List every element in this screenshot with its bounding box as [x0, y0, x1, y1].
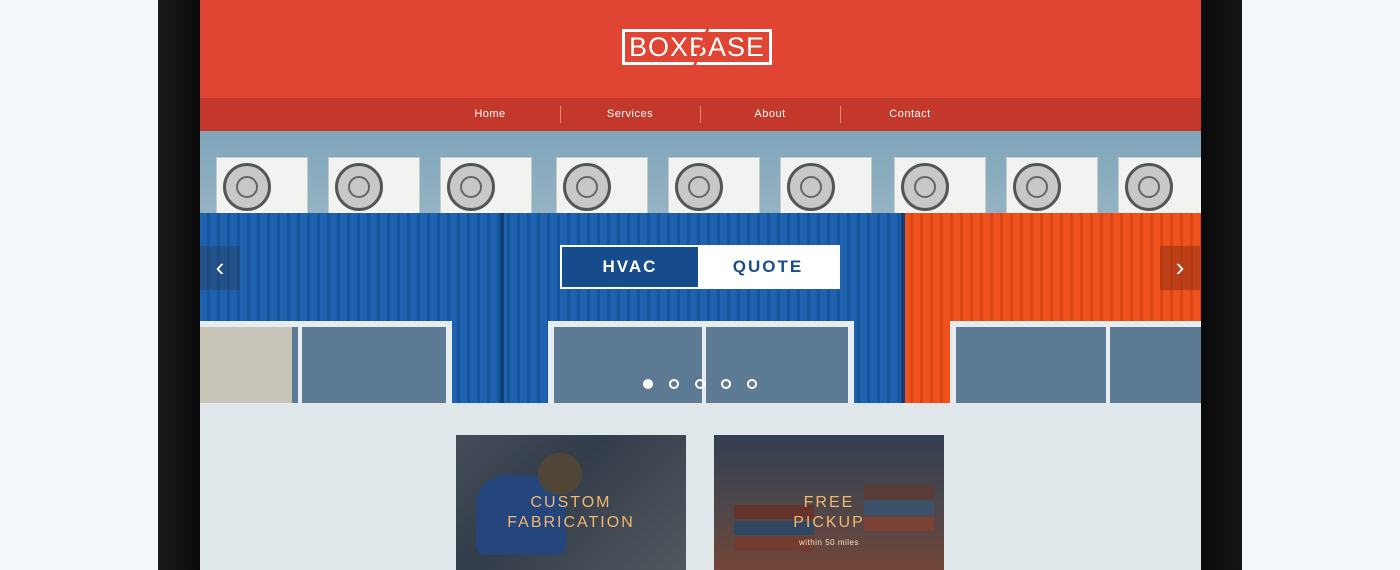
- slider-dot-5[interactable]: [747, 379, 757, 389]
- ac-unit-image: [780, 157, 872, 215]
- device-bezel-left: [158, 0, 200, 570]
- chevron-left-icon: ‹: [215, 252, 225, 282]
- card-title-line1: FREE: [803, 494, 855, 511]
- slider-dot-4[interactable]: [721, 379, 731, 389]
- card-title-line2: PICKUP: [793, 514, 865, 531]
- ac-unit-image: [328, 157, 420, 215]
- nav-item-contact[interactable]: Contact: [840, 98, 980, 131]
- slider-dot-3[interactable]: [695, 379, 705, 389]
- ac-unit-image: [1118, 157, 1201, 215]
- slider-dot-2[interactable]: [669, 379, 679, 389]
- quote-label: QUOTE: [698, 247, 838, 287]
- container-window: [200, 321, 452, 403]
- site-header: BOXBASE: [200, 0, 1201, 98]
- ac-unit-image: [894, 157, 986, 215]
- card-custom-fabrication[interactable]: CUSTOM FABRICATION: [456, 435, 686, 570]
- chevron-right-icon: ›: [1175, 252, 1185, 282]
- nav-item-about[interactable]: About: [700, 98, 840, 131]
- slider-next-button[interactable]: ›: [1160, 246, 1200, 290]
- ac-unit-image: [216, 157, 308, 215]
- main-nav: Home Services About Contact: [200, 98, 1201, 131]
- ac-unit-image: [440, 157, 532, 215]
- slider-dot-1[interactable]: [643, 379, 653, 389]
- device-bezel-right: [1200, 0, 1242, 570]
- card-title-line1: CUSTOM: [530, 494, 612, 511]
- container-seam: [901, 213, 905, 403]
- container-seam: [500, 213, 504, 403]
- site-logo[interactable]: BOXBASE: [622, 26, 772, 72]
- ac-unit-image: [1006, 157, 1098, 215]
- nav-item-services[interactable]: Services: [560, 98, 700, 131]
- slider-prev-button[interactable]: ‹: [200, 246, 240, 290]
- card-free-pickup[interactable]: FREE PICKUP within 50 miles: [714, 435, 944, 570]
- ac-unit-image: [556, 157, 648, 215]
- website-screen: BOXBASE Home Services About Contact HVAC…: [200, 0, 1201, 570]
- card-title: CUSTOM FABRICATION: [456, 493, 686, 533]
- ac-unit-image: [668, 157, 760, 215]
- card-title: FREE PICKUP: [714, 493, 944, 533]
- card-subtitle: within 50 miles: [799, 538, 859, 547]
- container-window: [548, 321, 854, 403]
- service-cards: CUSTOM FABRICATION FREE PICKUP within 50…: [200, 403, 1201, 570]
- hvac-label: HVAC: [562, 247, 698, 287]
- nav-item-home[interactable]: Home: [420, 98, 560, 131]
- container-window: [950, 321, 1201, 403]
- hvac-quote-badge[interactable]: HVAC QUOTE: [560, 245, 840, 289]
- card-title-line2: FABRICATION: [507, 514, 635, 531]
- hero-slider: HVAC QUOTE ‹ ›: [200, 131, 1201, 403]
